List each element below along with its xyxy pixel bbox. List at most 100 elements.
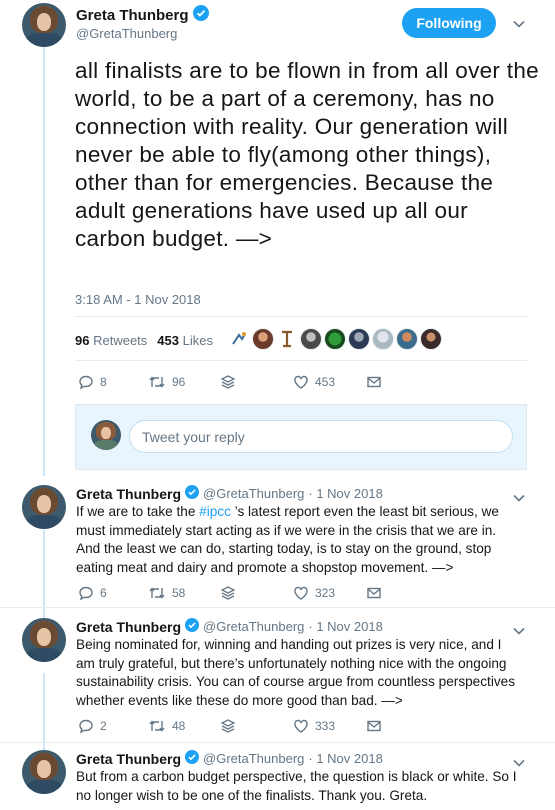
avatar[interactable] [22,485,66,529]
retweets-count: 96 [75,333,90,348]
liker-avatar[interactable] [420,328,442,350]
author-name[interactable]: Greta Thunberg [76,7,189,24]
retweet-action[interactable]: 96 [148,374,185,390]
envelope-icon [367,720,381,732]
avatar[interactable] [22,618,66,662]
likers-avatars [228,328,442,350]
author-name[interactable]: Greta Thunberg [76,619,181,635]
retweets-stat[interactable]: 96 Retweets [75,333,147,348]
author-handle[interactable]: @GretaThunberg [76,26,177,41]
likes-stat[interactable]: 453 Likes [157,333,213,348]
tweet-text: But from a carbon budget perspective, th… [76,769,517,803]
reply-tweet: Greta Thunberg @GretaThunberg · 1 Nov 20… [0,485,555,605]
author-name[interactable]: Greta Thunberg [76,751,181,767]
reply-count: 6 [100,586,107,600]
hashtag-link[interactable]: #ipcc [199,504,231,519]
reply-icon [79,375,93,390]
retweet-action[interactable]: 58 [148,585,185,601]
author-row: Greta Thunberg [76,5,209,26]
liker-avatar[interactable] [396,328,418,350]
tweet-timestamp[interactable]: 3:18 AM - 1 Nov 2018 [75,292,201,307]
like-action[interactable]: 333 [293,718,335,734]
likes-label: Likes [182,333,213,348]
tweet-date[interactable]: · 1 Nov 2018 [308,751,382,766]
author-handle[interactable]: @GretaThunberg [203,619,304,634]
heart-icon [294,719,308,733]
share-action[interactable] [220,374,236,390]
retweet-count: 48 [172,719,186,733]
like-count: 323 [315,586,336,600]
divider [0,742,555,743]
share-action[interactable] [220,585,236,601]
current-user-avatar [91,420,121,450]
reply-action[interactable]: 2 [78,718,107,734]
tweet-date[interactable]: · 1 Nov 2018 [308,486,382,501]
liker-avatar[interactable] [324,328,346,350]
share-action[interactable] [220,718,236,734]
verified-badge-icon [185,750,200,767]
author-handle[interactable]: @GretaThunberg [203,751,304,766]
reply-tweet: Greta Thunberg @GretaThunberg · 1 Nov 20… [0,618,555,738]
reply-icon [79,586,93,601]
liker-avatar[interactable] [372,328,394,350]
like-count: 453 [315,375,336,389]
author-handle[interactable]: @GretaThunberg [203,486,304,501]
tweet-text: all finalists are to be flown in from al… [75,58,539,251]
like-action[interactable]: 453 [293,374,335,390]
message-action[interactable] [366,718,382,734]
divider [75,360,527,361]
stack-icon [220,719,236,733]
avatar[interactable] [22,3,66,47]
reply-header: Greta Thunberg @GretaThunberg · 1 Nov 20… [76,750,383,767]
envelope-icon [367,587,381,599]
following-button[interactable]: Following [402,8,496,38]
retweets-label: Retweets [93,333,148,348]
retweet-icon [149,720,165,732]
liker-avatar[interactable] [276,328,298,350]
heart-icon [294,586,308,600]
reply-action[interactable]: 8 [78,374,107,390]
author-name[interactable]: Greta Thunberg [76,486,181,502]
reply-input[interactable]: Tweet your reply [129,420,513,453]
like-action[interactable]: 323 [293,585,335,601]
verified-badge-icon [185,485,200,502]
reply-header: Greta Thunberg @GretaThunberg · 1 Nov 20… [76,485,383,502]
retweet-action[interactable]: 48 [148,718,185,734]
liker-avatar[interactable] [348,328,370,350]
retweet-count: 96 [172,375,186,389]
liker-avatar[interactable] [300,328,322,350]
envelope-icon [367,376,381,388]
avatar[interactable] [22,750,66,794]
tweet-actions: 6 58 323 [0,585,555,603]
stack-icon [220,375,236,389]
reply-action[interactable]: 6 [78,585,107,601]
likes-count: 453 [157,333,179,348]
liker-avatar[interactable] [252,328,274,350]
text-part: If we are to take the [76,504,200,519]
thread-line [43,46,45,476]
tweet-text: Being nominated for, winning and handing… [76,637,515,708]
retweet-count: 58 [172,586,186,600]
retweet-icon [149,376,165,388]
tweet-actions: 8 96 453 [0,374,555,394]
divider [75,316,527,317]
liker-avatar[interactable] [228,328,250,350]
chevron-down-icon[interactable] [513,15,525,33]
stack-icon [220,586,236,600]
reply-icon [79,719,93,734]
reply-count: 8 [100,375,107,389]
tweet-text: If we are to take the #ipcc ’s latest re… [76,503,521,577]
reply-box: Tweet your reply [75,404,527,470]
message-action[interactable] [366,374,382,390]
tweet-actions: 2 48 333 [0,718,555,736]
reply-count: 2 [100,719,107,733]
heart-icon [294,375,308,389]
verified-badge-icon [185,618,200,635]
verified-badge-icon [192,5,209,26]
engagement-stats: 96 Retweets 453 Likes [75,333,213,348]
like-count: 333 [315,719,336,733]
divider [0,607,555,608]
message-action[interactable] [366,585,382,601]
tweet-date[interactable]: · 1 Nov 2018 [308,619,382,634]
retweet-icon [149,587,165,599]
